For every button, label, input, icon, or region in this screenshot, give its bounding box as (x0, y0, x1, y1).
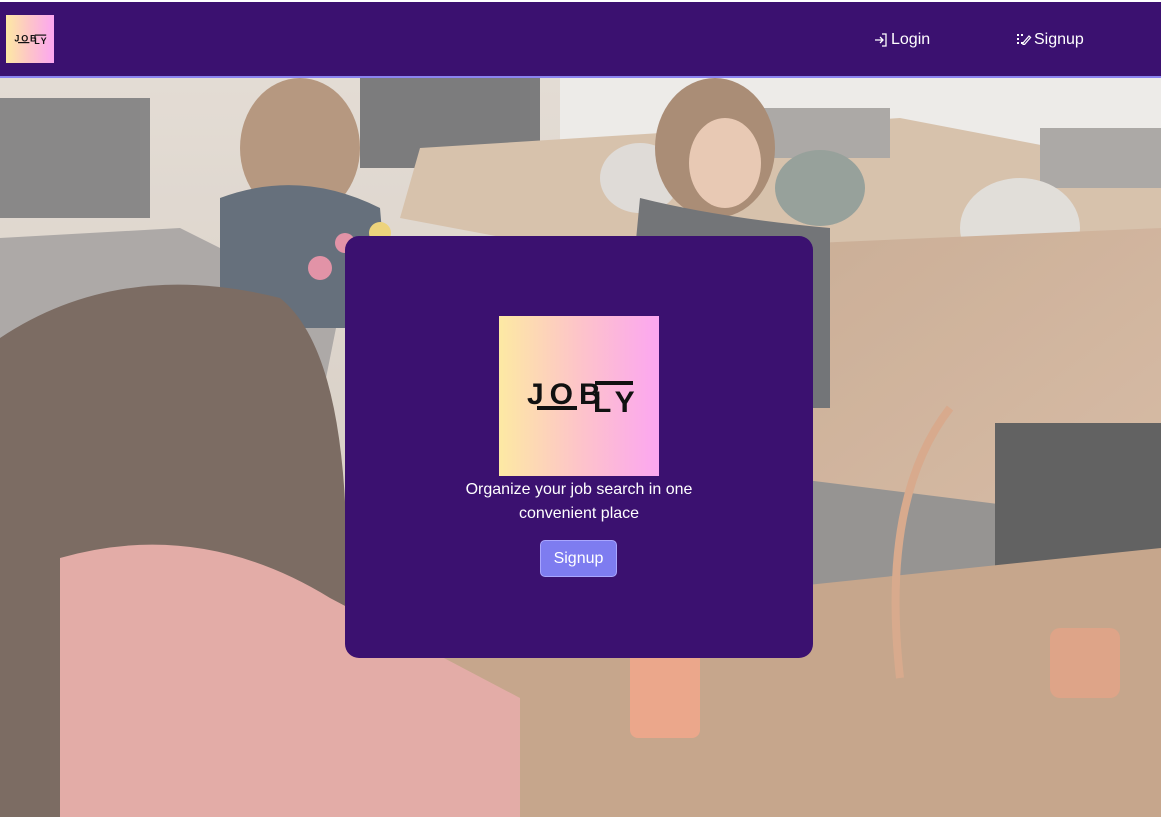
svg-text:LY: LY (593, 386, 641, 419)
signup-button[interactable]: Signup (540, 540, 617, 577)
nav-signup-link[interactable]: Signup (1016, 29, 1084, 51)
login-arrow-icon (875, 33, 887, 47)
tagline-text: Organize your job search in one convenie… (465, 481, 693, 522)
tagline: Organize your job search in one convenie… (345, 478, 813, 526)
jobly-logo-large: JOB LY (499, 316, 659, 476)
jobly-logo-mark: JOB LY (14, 33, 48, 46)
jobly-logo[interactable]: JOB LY (6, 15, 54, 63)
welcome-card: JOB LY Organize your job search in one c… (345, 236, 813, 658)
nav-signup-label: Signup (1034, 31, 1084, 48)
nav-login-link[interactable]: Login (873, 29, 930, 51)
svg-text:LY: LY (34, 36, 48, 46)
nav-login-label: Login (891, 31, 931, 48)
navbar: JOB LY Login Signup (0, 2, 1161, 78)
signup-pencil-icon (1017, 34, 1032, 45)
jobly-logo-large-mark: JOB LY (527, 378, 641, 419)
